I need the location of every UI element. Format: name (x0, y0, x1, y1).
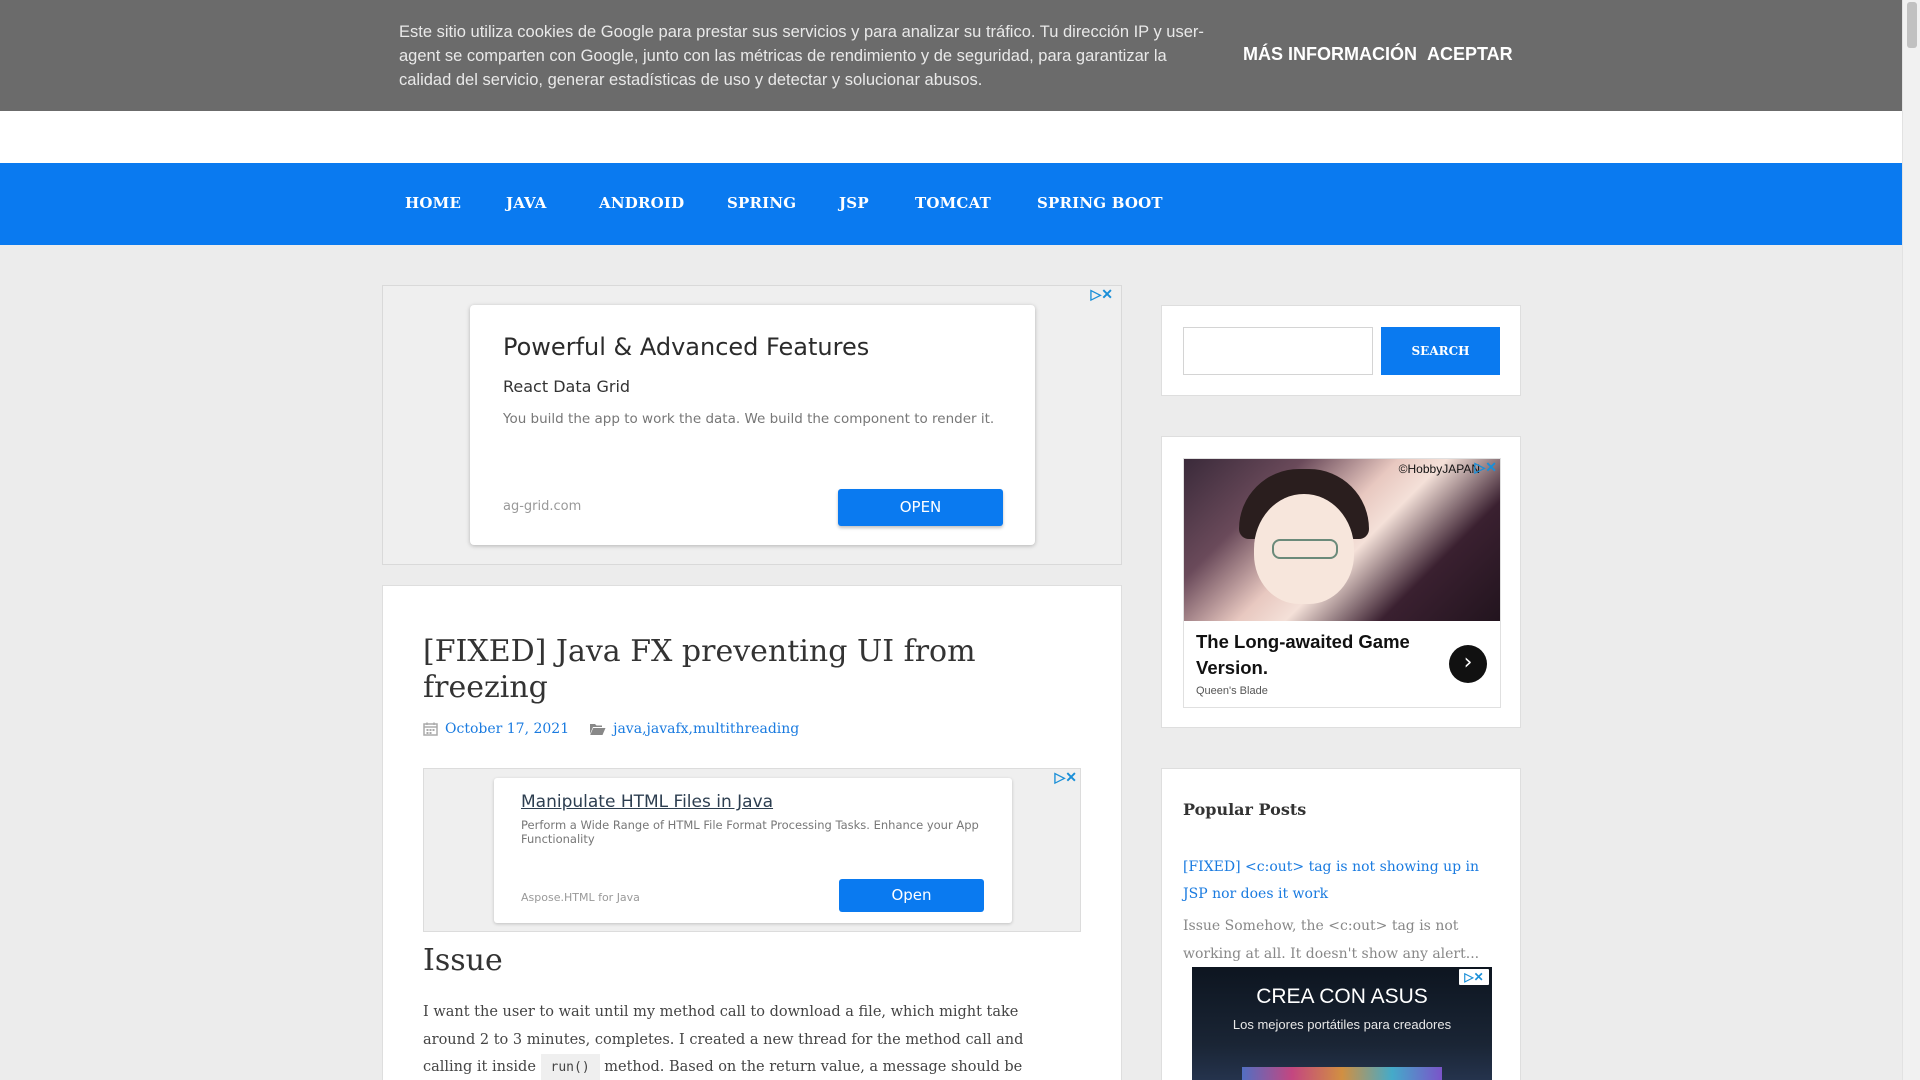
popular-post-excerpt: Issue Somehow, the <c:out> tag is not wo… (1183, 918, 1480, 962)
tag-link-javafx[interactable]: javafx (647, 721, 689, 737)
main-nav: HOME JAVA ANDROID SPRING JSP TOMCAT SPRI… (0, 163, 1902, 245)
search-widget: SEARCH (1161, 305, 1521, 396)
adchoices-icon[interactable]: ▷✕ (1475, 459, 1498, 476)
adchoices-icon[interactable]: ▷✕ (1459, 969, 1489, 985)
inline-ad-description: Perform a Wide Range of HTML File Format… (521, 818, 979, 846)
asus-ad[interactable]: ▷✕ CREA CON ASUS Los mejores portátiles … (1192, 967, 1492, 1080)
asus-ad-subtitle: Los mejores portátiles para creadores (1232, 1017, 1452, 1032)
header-band (0, 111, 1902, 163)
adchoices-icon[interactable]: ▷✕ (1055, 769, 1078, 786)
post-meta: October 17, 2021 java, javafx, multithre… (423, 721, 799, 737)
post-card: [FIXED] Java FX preventing UI from freez… (382, 585, 1122, 1080)
character-glasses (1272, 539, 1338, 559)
nav-item-java[interactable]: JAVA (506, 194, 547, 212)
search-input[interactable] (1183, 327, 1373, 375)
inline-ad-open-button[interactable]: Open (839, 879, 984, 912)
game-ad-image[interactable]: ©HobbyJAPAN ▷✕ (1184, 459, 1500, 621)
laptop-images (1242, 1067, 1442, 1080)
game-ad[interactable]: ©HobbyJAPAN ▷✕ The Long-awaited Game Ver… (1183, 458, 1501, 708)
top-ad-open-button[interactable]: OPEN (838, 489, 1003, 526)
popular-post-link[interactable]: [FIXED] <c:out> tag is not showing up in… (1183, 854, 1493, 908)
top-ad-url: ag-grid.com (503, 499, 582, 514)
popular-posts-heading: Popular Posts (1183, 800, 1307, 819)
popular-posts-widget: Popular Posts [FIXED] <c:out> tag is not… (1161, 768, 1521, 1080)
inline-code: run() (540, 1054, 600, 1080)
top-ad-description: You build the app to work the data. We b… (503, 411, 995, 427)
search-button[interactable]: SEARCH (1381, 327, 1500, 375)
adchoices-icon[interactable]: ▷✕ (1091, 286, 1114, 303)
game-ad-copyright: ©HobbyJAPAN (1398, 462, 1480, 476)
top-ad-card[interactable]: Powerful & Advanced Features React Data … (470, 305, 1035, 545)
nav-item-home[interactable]: HOME (405, 194, 461, 212)
tag-link-java[interactable]: java (613, 721, 642, 737)
top-ad[interactable]: ▷✕ Powerful & Advanced Features React Da… (382, 285, 1122, 565)
nav-item-spring-boot[interactable]: SPRING BOOT (1037, 194, 1163, 212)
inline-ad-url: Aspose.HTML for Java (521, 891, 640, 904)
nav-item-android[interactable]: ANDROID (599, 194, 684, 212)
scrollbar-thumb[interactable] (1907, 2, 1917, 48)
accept-cookies-button[interactable]: ACEPTAR (1427, 44, 1513, 65)
nav-item-tomcat[interactable]: TOMCAT (915, 194, 991, 212)
sidebar-ad-widget: ©HobbyJAPAN ▷✕ The Long-awaited Game Ver… (1161, 436, 1521, 728)
cookie-notice-text: Este sitio utiliza cookies de Google par… (399, 23, 1204, 89)
more-info-button[interactable]: MÁS INFORMACIÓN (1243, 44, 1417, 65)
tag-link-multithreading[interactable]: multithreading (693, 721, 799, 737)
calendar-icon (423, 722, 438, 736)
chevron-right-icon[interactable]: › (1449, 645, 1487, 683)
nav-item-jsp[interactable]: JSP (839, 194, 869, 212)
game-ad-brand: Queen's Blade (1196, 685, 1268, 697)
nav-item-spring[interactable]: SPRING (727, 194, 796, 212)
inline-ad-card[interactable]: Manipulate HTML Files in Java Perform a … (494, 778, 1012, 923)
folder-icon (590, 724, 606, 735)
cookie-banner: Este sitio utiliza cookies de Google par… (0, 0, 1902, 111)
issue-heading: Issue (423, 943, 503, 978)
top-ad-title: Powerful & Advanced Features (503, 333, 870, 361)
game-ad-title[interactable]: The Long-awaited Game Version. (1196, 629, 1426, 681)
post-title: [FIXED] Java FX preventing UI from freez… (423, 634, 976, 705)
inline-ad-title[interactable]: Manipulate HTML Files in Java (521, 792, 773, 812)
post-date-link[interactable]: October 17, 2021 (445, 721, 569, 737)
top-ad-subtitle: React Data Grid (503, 377, 631, 396)
issue-paragraph: I want the user to wait until my method … (423, 999, 1073, 1080)
asus-ad-title: CREA CON ASUS (1256, 985, 1428, 1008)
page-scrollbar[interactable] (1902, 0, 1920, 1080)
inline-ad[interactable]: ▷✕ Manipulate HTML Files in Java Perform… (423, 768, 1081, 932)
